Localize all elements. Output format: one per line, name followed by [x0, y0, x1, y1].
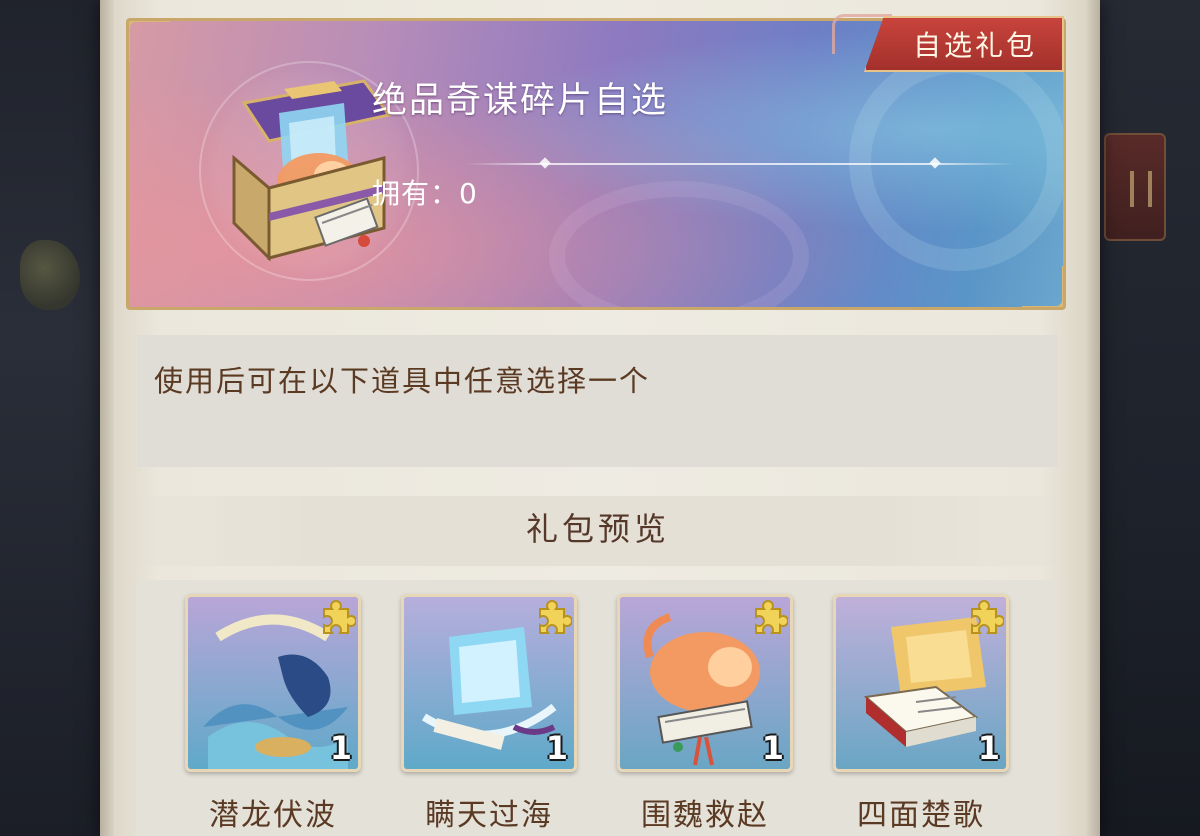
- background-right: [1090, 0, 1200, 836]
- item-name: 围魏救赵: [641, 798, 769, 833]
- description-text: 使用后可在以下道具中任意选择一个: [154, 364, 651, 398]
- banner-divider: [465, 163, 1015, 165]
- swirl-decoration: [549, 181, 809, 307]
- preview-item-weiwei-jiuzhao[interactable]: 1: [617, 594, 793, 772]
- pack-title: 绝品奇谋碎片自选: [372, 81, 669, 121]
- preview-item-qianlong-fubo[interactable]: 1: [185, 594, 361, 772]
- item-quantity: 1: [977, 729, 1000, 767]
- owned-value: 0: [459, 177, 478, 210]
- item-name: 潜龙伏波: [209, 798, 337, 833]
- description-box: [137, 335, 1058, 467]
- preview-item-mantian-guohai[interactable]: 1: [401, 594, 577, 772]
- preview-heading: 礼包预览: [525, 510, 670, 548]
- item-quantity: 1: [329, 729, 352, 767]
- puzzle-piece-icon: [539, 600, 572, 634]
- preview-item-simian-chuge[interactable]: 1: [833, 594, 1009, 772]
- puzzle-piece-icon: [323, 600, 356, 634]
- treasure-chest-icon: [232, 79, 392, 262]
- scroll-edge-left: [100, 0, 114, 836]
- owned-label: 拥有：: [372, 177, 460, 210]
- swirl-decoration: [849, 51, 1063, 271]
- background-left: [0, 0, 100, 836]
- puzzle-piece-icon: [755, 600, 788, 634]
- item-name: 四面楚歌: [857, 798, 985, 833]
- item-quantity: 1: [545, 729, 568, 767]
- scroll-edge-right: [1086, 0, 1100, 836]
- owned-count: 拥有：0: [372, 172, 478, 212]
- item-quantity: 1: [761, 729, 784, 767]
- item-name: 瞒天过海: [425, 798, 553, 833]
- puzzle-piece-icon: [971, 600, 1004, 634]
- background-side-button: [1104, 133, 1166, 241]
- pack-type-tag: 自选礼包: [864, 16, 1064, 72]
